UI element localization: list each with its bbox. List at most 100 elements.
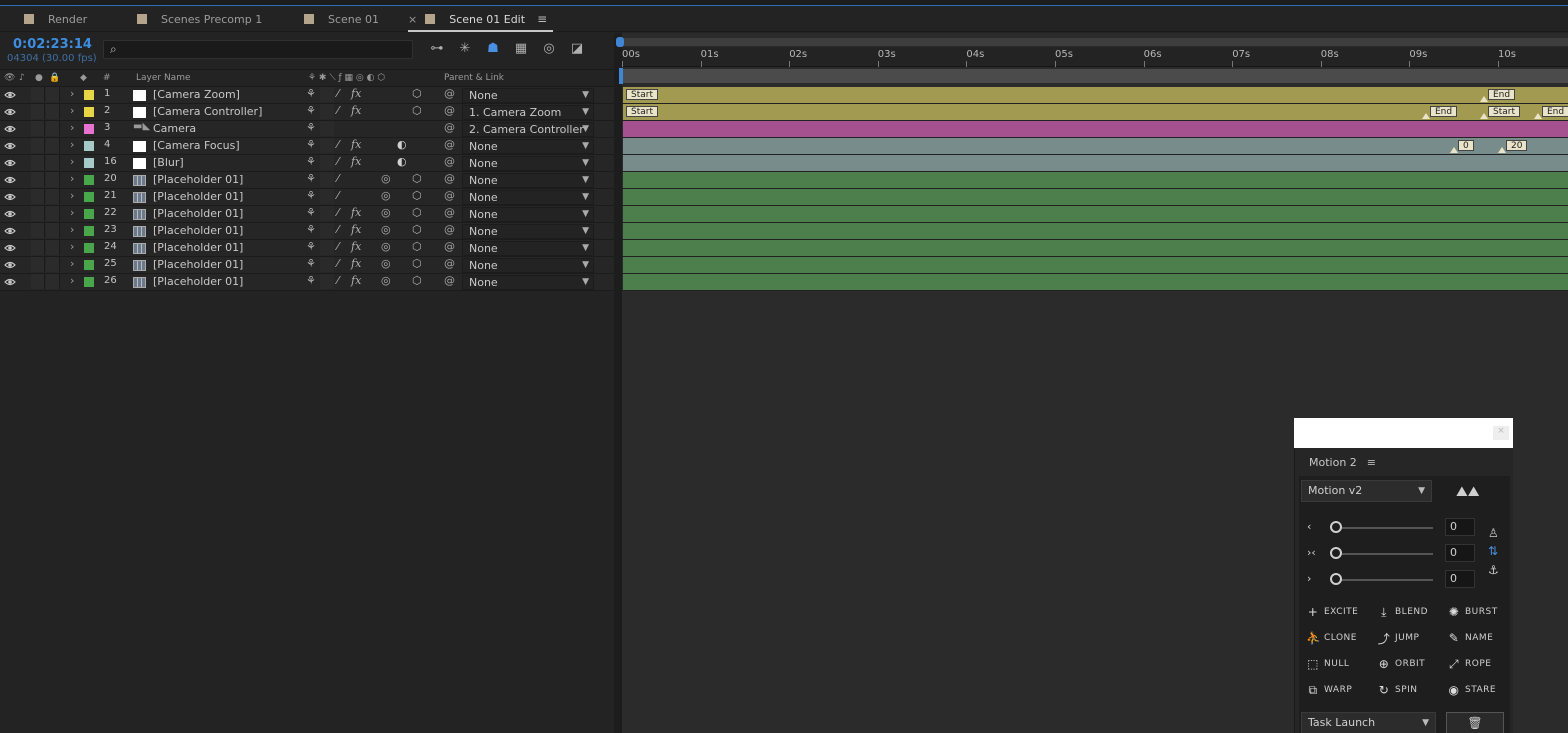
switch-cell[interactable] <box>320 138 334 153</box>
visibility-eye-icon[interactable] <box>4 123 16 135</box>
layer-search-input[interactable]: ⌕ <box>103 40 413 59</box>
layer-duration-bar[interactable] <box>623 240 1568 256</box>
solo-toggle[interactable] <box>31 138 45 153</box>
pick-whip-icon[interactable]: @ <box>444 257 455 270</box>
quality-switch-icon[interactable]: ⁄ <box>337 172 339 185</box>
shy-switch-icon[interactable]: ⚘ <box>306 87 316 100</box>
layer-row[interactable]: › 20 [Placeholder 01] ⚘ ⁄ ◎ ⬡ @ None ▼ <box>0 172 614 189</box>
layer-duration-bar[interactable] <box>623 257 1568 273</box>
shy-switch-icon[interactable]: ⚘ <box>306 240 316 253</box>
shy-switch-icon[interactable]: ⚘ <box>306 206 316 219</box>
motion-tool-stare-button[interactable]: ◉ STARE <box>1447 682 1496 698</box>
shy-switch-icon[interactable]: ⚘ <box>306 155 316 168</box>
label-color-swatch[interactable] <box>84 141 94 151</box>
quality-switch-icon[interactable]: ⁄ <box>337 189 339 202</box>
switch-cell[interactable] <box>320 172 334 187</box>
quality-switch-icon[interactable]: ⁄ <box>337 155 339 168</box>
panel-menu-icon[interactable]: ≡ <box>1367 456 1376 469</box>
time-navigator[interactable] <box>616 37 1568 47</box>
3d-layer-switch-icon[interactable]: ⬡ <box>412 257 422 270</box>
layer-name[interactable]: [Placeholder 01] <box>153 190 243 203</box>
pick-whip-icon[interactable]: @ <box>444 87 455 100</box>
layer-marker[interactable]: End <box>1488 89 1516 100</box>
layer-marker[interactable]: Start <box>1488 106 1520 117</box>
quality-switch-icon[interactable]: ⁄ <box>337 104 339 117</box>
label-color-swatch[interactable] <box>84 192 94 202</box>
parent-select[interactable]: 1. Camera Zoom ▼ <box>462 105 594 120</box>
layer-name-column-header[interactable]: Layer Name <box>136 73 191 83</box>
3d-layer-switch-icon[interactable]: ⬡ <box>412 240 422 253</box>
graph-editor-icon[interactable]: ◪ <box>568 39 586 57</box>
layer-duration-bar[interactable] <box>623 223 1568 239</box>
adjustment-switch-icon[interactable]: ◐ <box>397 138 407 151</box>
lock-toggle[interactable] <box>46 240 60 255</box>
parent-select[interactable]: 2. Camera Controller ▼ <box>462 122 594 137</box>
solo-toggle[interactable] <box>31 121 45 136</box>
ease-out-value[interactable]: 0 <box>1445 570 1475 588</box>
solo-toggle[interactable] <box>31 87 45 102</box>
motion-blur-icon[interactable]: ◎ <box>540 39 558 57</box>
solo-column-icon[interactable]: ● <box>35 73 43 83</box>
pick-whip-icon[interactable]: @ <box>444 138 455 151</box>
shy-switch-icon[interactable]: ⚘ <box>306 257 316 270</box>
label-color-swatch[interactable] <box>84 243 94 253</box>
motion-tool-burst-button[interactable]: ✺ BURST <box>1447 604 1498 620</box>
trash-button[interactable]: 🗑 <box>1446 712 1504 733</box>
adjustment-switch-icon[interactable]: ◐ <box>397 155 407 168</box>
solo-toggle[interactable] <box>31 104 45 119</box>
solo-toggle[interactable] <box>31 172 45 187</box>
label-color-swatch[interactable] <box>84 277 94 287</box>
chevron-right-icon[interactable]: › <box>70 274 74 287</box>
time-ruler[interactable]: 00s 01s 02s 03s 04s 05s 06s 07s 08s 09s 10s <box>622 47 1568 67</box>
solo-toggle[interactable] <box>31 223 45 238</box>
motion-tool-blend-button[interactable]: ⤓ BLEND <box>1377 604 1428 620</box>
switch-cell[interactable] <box>320 189 334 204</box>
label-color-swatch[interactable] <box>84 260 94 270</box>
chevron-right-icon[interactable]: › <box>70 240 74 253</box>
ease-in-slider[interactable]: ‹ 0 <box>1307 518 1477 536</box>
tab-scenes-precomp[interactable]: Scenes Precomp 1 <box>137 6 262 32</box>
layer-name[interactable]: [Placeholder 01] <box>153 207 243 220</box>
motion-tool-excite-button[interactable]: + EXCITE <box>1306 604 1358 620</box>
mountains-icon[interactable]: ⛰⛰ <box>1456 484 1480 500</box>
switch-cell[interactable] <box>320 87 334 102</box>
motion-tool-jump-button[interactable]: ⤴ JUMP <box>1377 630 1419 646</box>
ease-both-slider[interactable]: ›‹ 0 <box>1307 544 1477 562</box>
pick-whip-icon[interactable]: @ <box>444 172 455 185</box>
layer-row[interactable]: › 2 [Camera Controller] ⚘ ⁄ fx ⬡ @1. Camera Zoo… <box>0 104 614 121</box>
visibility-eye-icon[interactable] <box>4 191 16 203</box>
switch-cell[interactable] <box>320 257 334 272</box>
chevron-right-icon[interactable]: › <box>70 87 74 100</box>
motion-tool-orbit-button[interactable]: ⊕ ORBIT <box>1377 656 1425 672</box>
motion-tool-clone-button[interactable]: ⛹ CLONE <box>1306 630 1357 646</box>
layer-row[interactable]: › 3 ▬◣ Camera ⚘ @2. Camera Controller ▼ <box>0 121 614 138</box>
layer-row[interactable]: › 4 [Camera Focus] ⚘ ⁄ fx ◐ @ None ▼ <box>0 138 614 155</box>
switch-cell[interactable] <box>320 155 334 170</box>
number-column-header[interactable]: # <box>103 73 111 83</box>
layer-duration-bar[interactable] <box>623 121 1568 137</box>
layer-marker[interactable]: Start <box>626 89 658 100</box>
visibility-column-icon[interactable]: 👁 <box>4 73 15 83</box>
layer-row[interactable]: › 25 [Placeholder 01] ⚘ ⁄ fx ◎ ⬡ @ None ▼ <box>0 257 614 274</box>
ease-out-slider[interactable]: › 0 <box>1307 570 1477 588</box>
layer-name[interactable]: [Placeholder 01] <box>153 173 243 186</box>
label-color-swatch[interactable] <box>84 107 94 117</box>
close-icon[interactable]: × <box>408 13 417 26</box>
parent-select[interactable]: None ▼ <box>462 88 594 103</box>
visibility-eye-icon[interactable] <box>4 89 16 101</box>
parent-select[interactable]: None ▼ <box>462 258 594 273</box>
lock-toggle[interactable] <box>46 274 60 289</box>
visibility-eye-icon[interactable] <box>4 174 16 186</box>
work-area-bar[interactable] <box>622 69 1568 83</box>
3d-layer-switch-icon[interactable]: ⬡ <box>412 104 422 117</box>
visibility-eye-icon[interactable] <box>4 106 16 118</box>
solo-toggle[interactable] <box>31 257 45 272</box>
visibility-eye-icon[interactable] <box>4 276 16 288</box>
switch-cell[interactable] <box>320 104 334 119</box>
chevron-right-icon[interactable]: › <box>70 121 74 134</box>
visibility-eye-icon[interactable] <box>4 242 16 254</box>
motion-blur-switch-icon[interactable]: ◎ <box>381 206 391 219</box>
effects-switch-icon[interactable]: fx <box>351 240 361 253</box>
parent-select[interactable]: None ▼ <box>462 207 594 222</box>
quality-switch-icon[interactable]: ⁄ <box>337 240 339 253</box>
